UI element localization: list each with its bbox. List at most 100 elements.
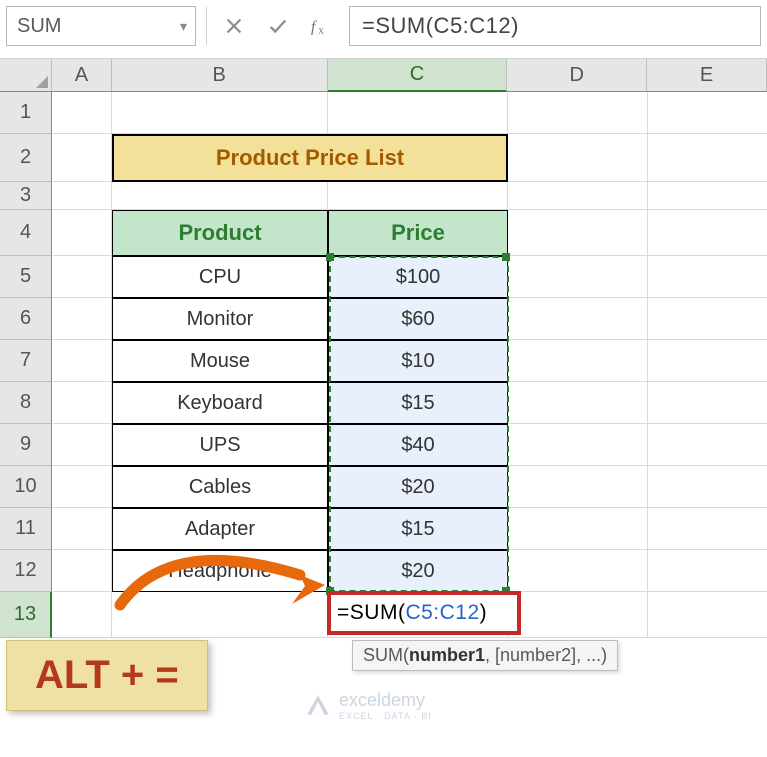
row-header-2[interactable]: 2 bbox=[0, 134, 52, 182]
row-header-5[interactable]: 5 bbox=[0, 256, 52, 298]
table-header-product[interactable]: Product bbox=[112, 210, 328, 256]
cell[interactable] bbox=[52, 134, 112, 182]
cell[interactable] bbox=[648, 182, 767, 210]
formula-text: =SUM(C5:C12) bbox=[362, 13, 519, 39]
column-header-a[interactable]: A bbox=[52, 59, 112, 91]
cell[interactable] bbox=[52, 466, 112, 508]
watermark: exceldemy EXCEL · DATA · BI bbox=[305, 690, 432, 721]
cell[interactable] bbox=[648, 424, 767, 466]
cell[interactable] bbox=[648, 592, 767, 638]
cell[interactable] bbox=[52, 424, 112, 466]
row-header-3[interactable]: 3 bbox=[0, 182, 52, 210]
cell[interactable] bbox=[52, 256, 112, 298]
formula-input[interactable]: =SUM(C5:C12) bbox=[349, 6, 761, 46]
table-row[interactable]: $100 bbox=[328, 256, 508, 298]
cell[interactable] bbox=[508, 592, 648, 638]
table-row[interactable]: Adapter bbox=[112, 508, 328, 550]
table-header-price[interactable]: Price bbox=[328, 210, 508, 256]
cell[interactable] bbox=[508, 92, 648, 134]
enter-check-icon[interactable] bbox=[261, 9, 295, 43]
cell[interactable] bbox=[508, 424, 648, 466]
table-row[interactable]: $15 bbox=[328, 508, 508, 550]
active-cell-edit[interactable]: = SUM ( C5:C12 ) bbox=[327, 591, 521, 635]
column-header-b[interactable]: B bbox=[112, 59, 328, 91]
cell[interactable] bbox=[52, 298, 112, 340]
shortcut-callout: ALT + = bbox=[6, 640, 208, 711]
cell[interactable] bbox=[112, 92, 328, 134]
column-header-d[interactable]: D bbox=[507, 59, 647, 91]
selection-handle[interactable] bbox=[326, 253, 334, 261]
row-header-7[interactable]: 7 bbox=[0, 340, 52, 382]
cell[interactable] bbox=[508, 182, 648, 210]
cell[interactable] bbox=[648, 508, 767, 550]
divider bbox=[206, 7, 207, 45]
spreadsheet-grid: A B C D E 1 2 3 4 5 6 7 8 9 10 11 12 13 bbox=[0, 58, 767, 638]
cell[interactable] bbox=[648, 134, 767, 182]
row-header-12[interactable]: 12 bbox=[0, 550, 52, 592]
cell[interactable] bbox=[648, 298, 767, 340]
cell[interactable] bbox=[52, 340, 112, 382]
table-row[interactable]: $15 bbox=[328, 382, 508, 424]
cell[interactable] bbox=[508, 550, 648, 592]
table-row[interactable]: CPU bbox=[112, 256, 328, 298]
cell[interactable] bbox=[52, 592, 112, 638]
cell[interactable] bbox=[508, 210, 648, 256]
cell[interactable] bbox=[328, 92, 508, 134]
table-row[interactable]: $40 bbox=[328, 424, 508, 466]
select-all-corner[interactable] bbox=[0, 59, 52, 91]
column-header-c[interactable]: C bbox=[328, 59, 508, 92]
cell[interactable] bbox=[52, 550, 112, 592]
cell[interactable] bbox=[52, 382, 112, 424]
cell[interactable] bbox=[508, 382, 648, 424]
function-tooltip: SUM(number1, [number2], ...) bbox=[352, 640, 618, 671]
column-header-e[interactable]: E bbox=[647, 59, 767, 91]
cell[interactable] bbox=[508, 340, 648, 382]
cell[interactable] bbox=[508, 256, 648, 298]
selection-handle[interactable] bbox=[502, 253, 510, 261]
table-row[interactable]: $10 bbox=[328, 340, 508, 382]
cell[interactable] bbox=[648, 210, 767, 256]
title-cell[interactable]: Product Price List bbox=[112, 134, 508, 182]
cell[interactable] bbox=[508, 508, 648, 550]
row-header-6[interactable]: 6 bbox=[0, 298, 52, 340]
cell[interactable] bbox=[648, 256, 767, 298]
formula-bar: SUM ▾ f x =SUM(C5:C12) bbox=[0, 0, 767, 58]
name-box[interactable]: SUM ▾ bbox=[6, 6, 196, 46]
cell[interactable] bbox=[648, 340, 767, 382]
cell[interactable] bbox=[508, 298, 648, 340]
row-header-4[interactable]: 4 bbox=[0, 210, 52, 256]
cell[interactable] bbox=[648, 92, 767, 134]
cell[interactable] bbox=[648, 550, 767, 592]
table-row[interactable]: $60 bbox=[328, 298, 508, 340]
cell[interactable] bbox=[648, 382, 767, 424]
row-header-1[interactable]: 1 bbox=[0, 92, 52, 134]
cell[interactable] bbox=[52, 210, 112, 256]
cell[interactable] bbox=[648, 466, 767, 508]
cancel-icon[interactable] bbox=[217, 9, 251, 43]
name-box-value: SUM bbox=[17, 15, 61, 38]
svg-text:x: x bbox=[318, 24, 324, 36]
table-row[interactable]: Cables bbox=[112, 466, 328, 508]
row-header-8[interactable]: 8 bbox=[0, 382, 52, 424]
cell[interactable] bbox=[508, 466, 648, 508]
table-row[interactable]: $20 bbox=[328, 466, 508, 508]
chevron-down-icon[interactable]: ▾ bbox=[180, 18, 187, 35]
table-row[interactable]: Keyboard bbox=[112, 382, 328, 424]
cell[interactable] bbox=[112, 182, 328, 210]
row-header-13[interactable]: 13 bbox=[0, 592, 52, 638]
cell[interactable] bbox=[112, 592, 328, 638]
table-row[interactable]: Headphone bbox=[112, 550, 328, 592]
row-header-9[interactable]: 9 bbox=[0, 424, 52, 466]
table-row[interactable]: UPS bbox=[112, 424, 328, 466]
table-row[interactable]: $20 bbox=[328, 550, 508, 592]
row-header-10[interactable]: 10 bbox=[0, 466, 52, 508]
cell[interactable] bbox=[52, 182, 112, 210]
cell[interactable] bbox=[328, 182, 508, 210]
cell[interactable] bbox=[52, 92, 112, 134]
cell[interactable] bbox=[508, 134, 648, 182]
row-header-11[interactable]: 11 bbox=[0, 508, 52, 550]
table-row[interactable]: Monitor bbox=[112, 298, 328, 340]
fx-icon[interactable]: f x bbox=[305, 9, 339, 43]
cell[interactable] bbox=[52, 508, 112, 550]
table-row[interactable]: Mouse bbox=[112, 340, 328, 382]
